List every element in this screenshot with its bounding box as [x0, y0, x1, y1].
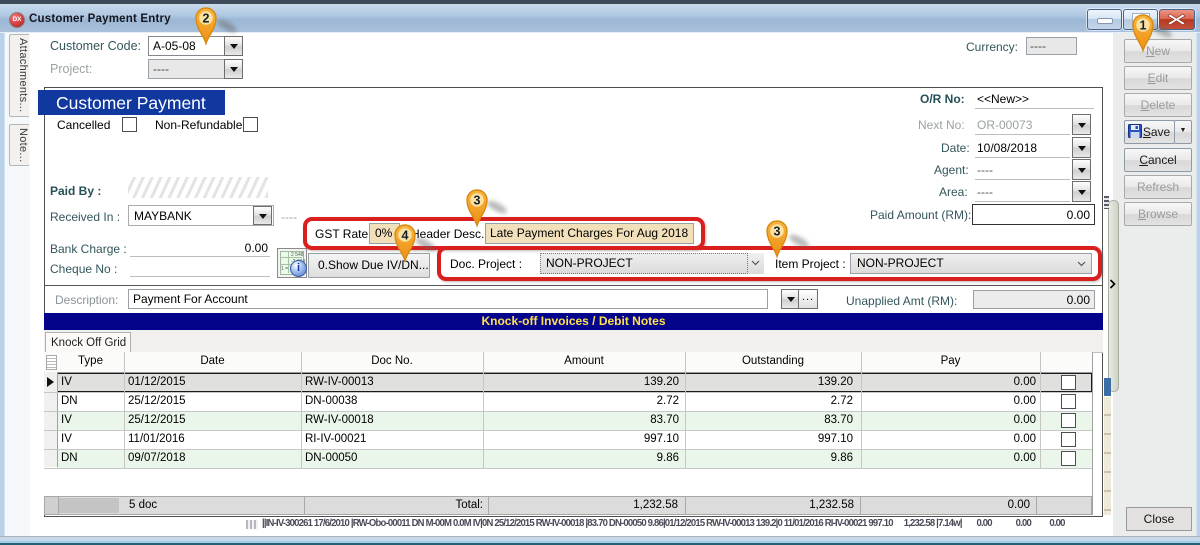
svg-text:4: 4	[402, 229, 409, 243]
svg-text:3: 3	[774, 225, 781, 239]
svg-text:3: 3	[474, 194, 481, 208]
svg-text:1: 1	[1140, 19, 1147, 33]
svg-text:2: 2	[203, 12, 210, 26]
